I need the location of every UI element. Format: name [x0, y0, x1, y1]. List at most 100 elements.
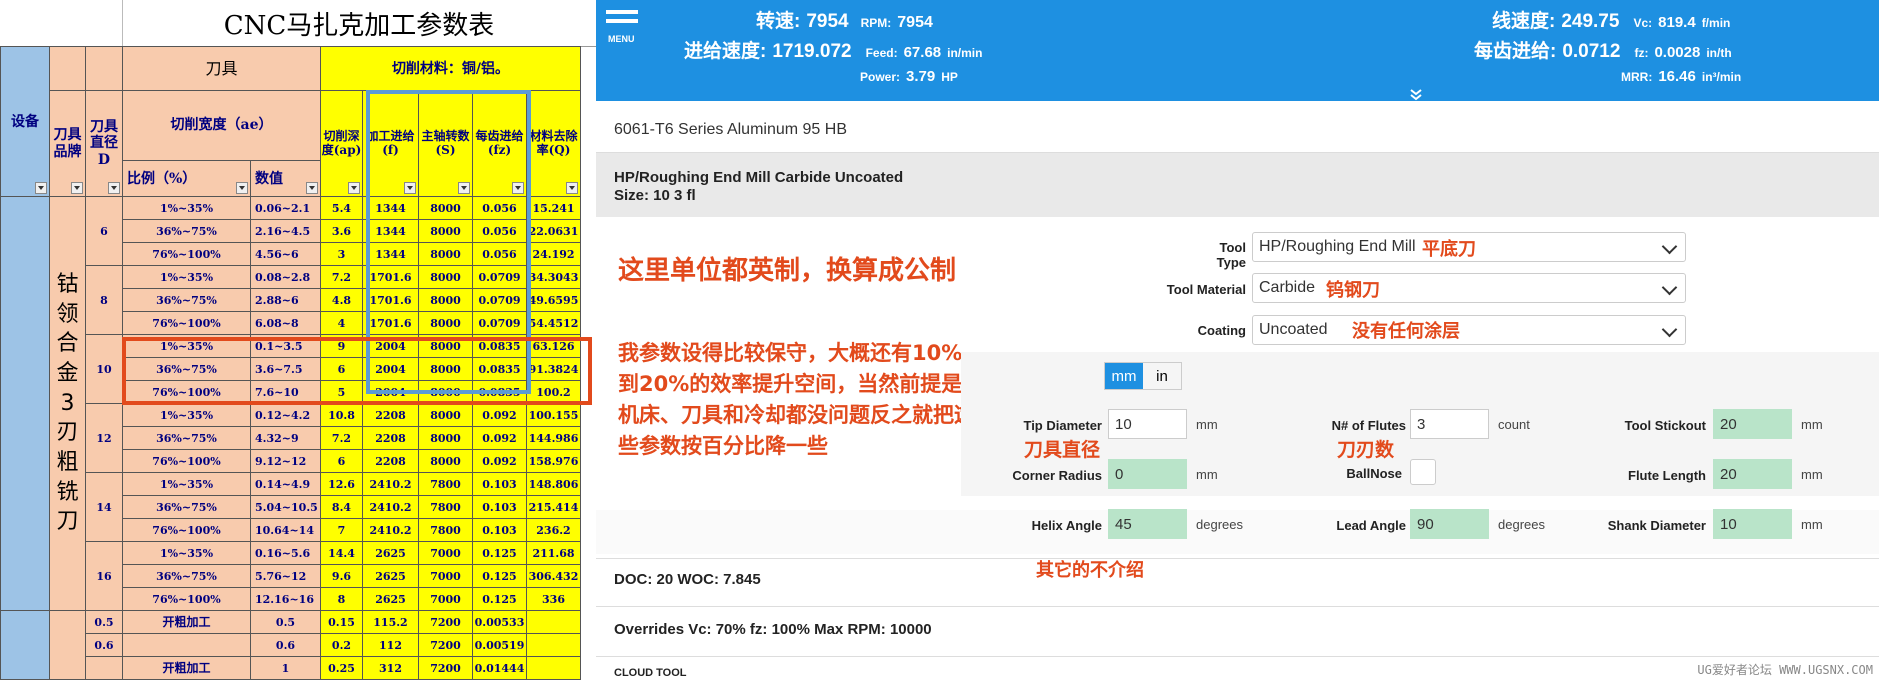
s-cell[interactable]: 7200	[418, 610, 473, 634]
ap-cell[interactable]: 8	[320, 587, 363, 611]
f-cell[interactable]: 1701.6	[362, 265, 419, 289]
s-cell[interactable]: 7000	[418, 541, 473, 565]
lead-angle-input[interactable]: 90	[1410, 509, 1489, 539]
ae-value-cell[interactable]: 0.1~3.5	[250, 334, 321, 358]
fz-cell[interactable]: 0.0709	[472, 265, 527, 289]
ap-cell[interactable]: 5	[320, 380, 363, 404]
corner-radius-input[interactable]: 0	[1108, 459, 1187, 489]
f-cell[interactable]: 2410.2	[362, 472, 419, 496]
ap-cell[interactable]: 4	[320, 311, 363, 335]
ae-value-cell[interactable]: 9.12~12	[250, 449, 321, 473]
ae-value-cell[interactable]: 2.16~4.5	[250, 219, 321, 243]
ae-value-cell[interactable]: 0.14~4.9	[250, 472, 321, 496]
ratio-cell[interactable]: 76%~100%	[122, 518, 251, 542]
fz-cell[interactable]: 0.103	[472, 495, 527, 519]
q-cell[interactable]: 24.192	[526, 242, 581, 266]
header-depth[interactable]: 切削深度(ap)	[320, 90, 363, 197]
s-cell[interactable]: 7000	[418, 564, 473, 588]
ap-cell[interactable]: 4.8	[320, 288, 363, 312]
fz-cell[interactable]: 0.125	[472, 587, 527, 611]
fz-cell[interactable]: 0.103	[472, 518, 527, 542]
ap-cell[interactable]: 12.6	[320, 472, 363, 496]
f-cell[interactable]: 2410.2	[362, 495, 419, 519]
f-cell[interactable]: 1344	[362, 242, 419, 266]
ap-cell[interactable]: 9.6	[320, 564, 363, 588]
q-cell[interactable]: 22.0631	[526, 219, 581, 243]
f-cell[interactable]: 112	[362, 633, 419, 657]
ae-value-cell[interactable]: 5.76~12	[250, 564, 321, 588]
f-cell[interactable]: 2004	[362, 380, 419, 404]
tip-diameter-input[interactable]: 10	[1108, 409, 1187, 439]
flute-length-input[interactable]: 20	[1713, 459, 1792, 489]
material-selector[interactable]: 6061-T6 Series Aluminum 95 HB	[596, 108, 1879, 153]
ratio-cell[interactable]: 76%~100%	[122, 587, 251, 611]
expand-chevron-icon[interactable]	[1396, 88, 1436, 102]
f-cell[interactable]: 115.2	[362, 610, 419, 634]
ap-cell[interactable]: 14.4	[320, 541, 363, 565]
q-cell[interactable]: 63.126	[526, 334, 581, 358]
s-cell[interactable]: 8000	[418, 196, 473, 220]
q-cell[interactable]: 100.2	[526, 380, 581, 404]
ae-value-cell[interactable]: 3.6~7.5	[250, 357, 321, 381]
fz-cell[interactable]: 0.056	[472, 242, 527, 266]
fz-cell[interactable]: 0.092	[472, 449, 527, 473]
s-cell[interactable]: 8000	[418, 311, 473, 335]
f-cell[interactable]: 2004	[362, 357, 419, 381]
ratio-cell[interactable]: 开粗加工	[122, 610, 251, 634]
menu-button[interactable]: MENU	[606, 10, 640, 44]
f-cell[interactable]: 2625	[362, 587, 419, 611]
ae-value-cell[interactable]: 2.88~6	[250, 288, 321, 312]
s-cell[interactable]: 8000	[418, 265, 473, 289]
s-cell[interactable]: 8000	[418, 288, 473, 312]
f-cell[interactable]: 2004	[362, 334, 419, 358]
ratio-cell[interactable]	[122, 633, 251, 657]
diameter-cell[interactable]: 12	[85, 403, 123, 473]
tool-material-select[interactable]: Carbide	[1252, 273, 1686, 303]
f-cell[interactable]: 2208	[362, 449, 419, 473]
header-brand[interactable]: 刀具品牌	[49, 90, 86, 197]
s-cell[interactable]: 8000	[418, 334, 473, 358]
ratio-cell[interactable]: 36%~75%	[122, 219, 251, 243]
ap-cell[interactable]: 3.6	[320, 219, 363, 243]
overrides-text[interactable]: Overrides Vc: 70% fz: 100% Max RPM: 1000…	[614, 621, 932, 638]
header-speed[interactable]: 主轴转数(S)	[418, 90, 473, 197]
ae-value-cell[interactable]: 0.16~5.6	[250, 541, 321, 565]
header-feed[interactable]: 加工进给(f)	[362, 90, 419, 197]
s-cell[interactable]: 8000	[418, 219, 473, 243]
ap-cell[interactable]: 3	[320, 242, 363, 266]
ap-cell[interactable]: 0.15	[320, 610, 363, 634]
s-cell[interactable]: 8000	[418, 357, 473, 381]
ae-value-cell[interactable]: 0.08~2.8	[250, 265, 321, 289]
s-cell[interactable]: 7200	[418, 633, 473, 657]
ratio-cell[interactable]: 76%~100%	[122, 311, 251, 335]
q-cell[interactable]: 54.4512	[526, 311, 581, 335]
diameter-cell[interactable]: 14	[85, 472, 123, 542]
s-cell[interactable]: 8000	[418, 426, 473, 450]
ae-value-cell[interactable]: 12.16~16	[250, 587, 321, 611]
ratio-cell[interactable]: 36%~75%	[122, 357, 251, 381]
tool-summary[interactable]: HP/Roughing End Mill Carbide Uncoated Si…	[596, 153, 1879, 217]
ratio-cell[interactable]: 1%~35%	[122, 196, 251, 220]
q-cell[interactable]: 144.986	[526, 426, 581, 450]
q-cell[interactable]: 148.806	[526, 472, 581, 496]
f-cell[interactable]: 2625	[362, 564, 419, 588]
ratio-cell[interactable]: 1%~35%	[122, 472, 251, 496]
q-cell[interactable]: 306.432	[526, 564, 581, 588]
ap-cell[interactable]: 0.25	[320, 656, 363, 680]
q-cell[interactable]: 336	[526, 587, 581, 611]
q-cell[interactable]: 100.155	[526, 403, 581, 427]
ratio-cell[interactable]: 36%~75%	[122, 426, 251, 450]
s-cell[interactable]: 8000	[418, 403, 473, 427]
f-cell[interactable]: 2410.2	[362, 518, 419, 542]
ratio-cell[interactable]: 36%~75%	[122, 288, 251, 312]
header-q[interactable]: 材料去除率(Q)	[526, 90, 581, 197]
brand-cell[interactable]	[49, 610, 86, 680]
fz-cell[interactable]: 0.125	[472, 541, 527, 565]
s-cell[interactable]: 8000	[418, 380, 473, 404]
fz-cell[interactable]: 0.0835	[472, 357, 527, 381]
ae-value-cell[interactable]: 4.32~9	[250, 426, 321, 450]
fz-cell[interactable]: 0.0709	[472, 311, 527, 335]
ballnose-checkbox[interactable]	[1410, 459, 1436, 485]
q-cell[interactable]: 15.241	[526, 196, 581, 220]
ae-value-cell[interactable]: 0.12~4.2	[250, 403, 321, 427]
